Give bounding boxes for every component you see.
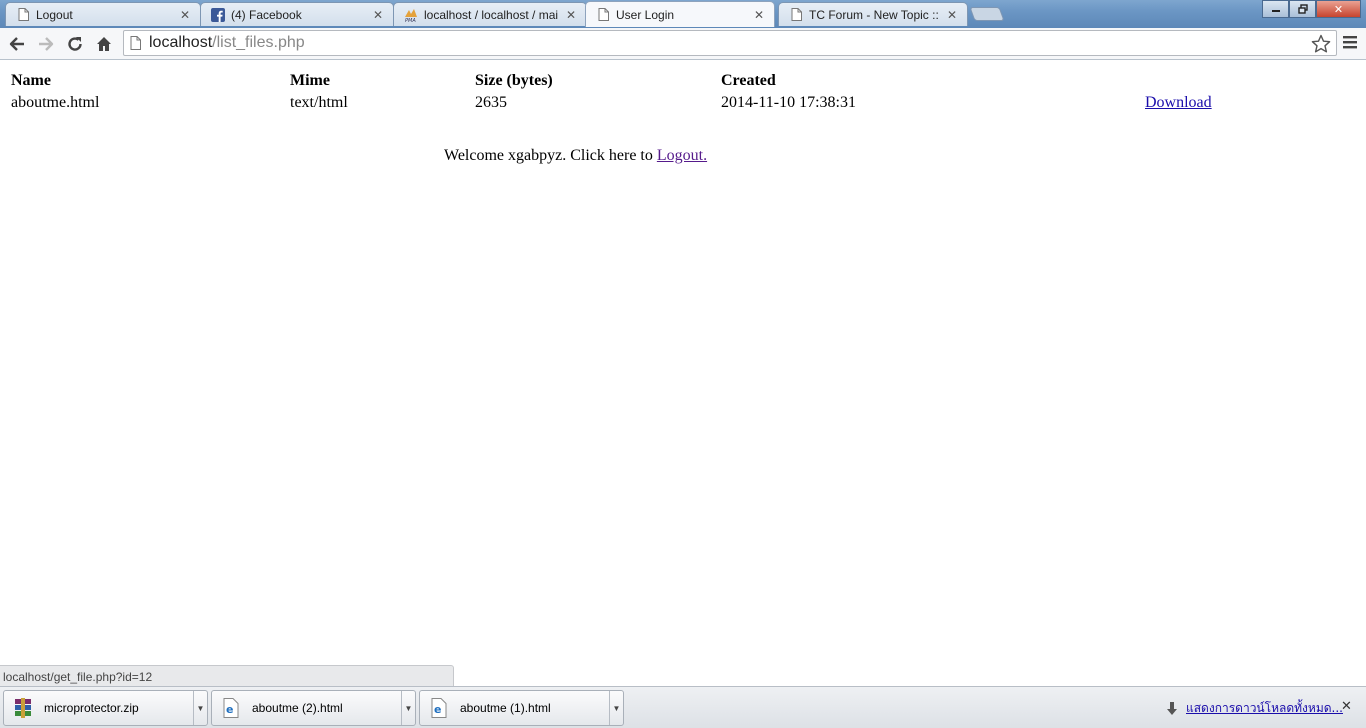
tab-user-login[interactable]: User Login ✕ (585, 1, 775, 27)
download-name: aboutme (2).html (252, 701, 343, 715)
tab-label: localhost / localhost / mai (424, 7, 559, 22)
chevron-down-icon[interactable]: ▼ (193, 691, 207, 725)
close-tab-icon[interactable]: ✕ (945, 8, 959, 22)
svg-text:e: e (434, 703, 441, 716)
back-icon[interactable] (5, 32, 29, 56)
show-all-downloads-link[interactable]: แสดงการดาวน์โหลดทั้งหมด... (1166, 699, 1343, 718)
close-tab-icon[interactable]: ✕ (178, 8, 192, 22)
download-item[interactable]: e aboutme (1).html ▼ (419, 690, 624, 726)
winrar-archive-icon (12, 697, 34, 719)
url-path: /list_files.php (212, 34, 305, 51)
title-bar: Logout ✕ (4) Facebook ✕ PMA localhost / … (0, 0, 1366, 28)
tab-facebook[interactable]: (4) Facebook ✕ (200, 2, 394, 26)
close-tab-icon[interactable]: ✕ (371, 8, 385, 22)
page-icon (596, 8, 610, 22)
url-host: localhost (149, 34, 213, 51)
page-content: Name Mime Size (bytes) Created aboutme.h… (0, 61, 1366, 686)
tab-tc-forum[interactable]: TC Forum - New Topic :: ✕ (778, 2, 968, 26)
download-arrow-icon (1166, 701, 1178, 716)
close-tab-icon[interactable]: ✕ (564, 8, 578, 22)
tab-label: User Login (616, 7, 675, 22)
window-controls: ✕ (1262, 0, 1361, 18)
phpmyadmin-icon: PMA (404, 8, 418, 22)
tab-logout[interactable]: Logout ✕ (5, 2, 201, 26)
welcome-message: Welcome xgabpyz. Click here to Logout. (444, 147, 707, 165)
cell-created: 2014-11-10 17:38:31 (721, 94, 856, 111)
home-icon[interactable] (92, 32, 116, 56)
tab-label: Logout (36, 7, 73, 22)
header-mime: Mime (290, 72, 330, 89)
reload-icon[interactable] (63, 32, 87, 56)
chevron-down-icon[interactable]: ▼ (609, 691, 623, 725)
download-name: microprotector.zip (44, 701, 139, 715)
menu-icon[interactable] (1341, 33, 1359, 55)
cell-mime: text/html (290, 94, 348, 111)
svg-text:e: e (226, 703, 233, 716)
chevron-down-icon[interactable]: ▼ (401, 691, 415, 725)
header-created: Created (721, 72, 776, 89)
download-shelf: microprotector.zip ▼ e aboutme (2).html … (0, 686, 1366, 728)
download-name: aboutme (1).html (460, 701, 551, 715)
close-tab-icon[interactable]: ✕ (752, 8, 766, 22)
show-all-label: แสดงการดาวน์โหลดทั้งหมด... (1186, 701, 1343, 715)
close-window-icon[interactable]: ✕ (1316, 0, 1361, 18)
svg-text:PMA: PMA (405, 18, 416, 22)
minimize-icon[interactable] (1262, 0, 1289, 18)
logout-link[interactable]: Logout. (657, 147, 707, 164)
header-size: Size (bytes) (475, 72, 553, 89)
close-icon[interactable]: ✕ (1341, 699, 1352, 714)
restore-icon[interactable] (1289, 0, 1316, 18)
tab-label: (4) Facebook (231, 7, 302, 22)
address-bar[interactable]: localhost/list_files.php (123, 30, 1337, 56)
download-link[interactable]: Download (1145, 94, 1212, 112)
page-icon (130, 36, 141, 50)
html-file-icon: e (428, 697, 450, 719)
browser-toolbar: localhost/list_files.php (0, 28, 1366, 60)
tab-phpmyadmin[interactable]: PMA localhost / localhost / mai ✕ (393, 2, 587, 26)
page-icon (789, 8, 803, 22)
cell-size: 2635 (475, 94, 507, 111)
download-item[interactable]: microprotector.zip ▼ (3, 690, 208, 726)
html-file-icon: e (220, 697, 242, 719)
welcome-text: Welcome xgabpyz. Click here to (444, 147, 657, 164)
bookmark-star-icon[interactable] (1311, 34, 1331, 59)
header-name: Name (11, 72, 51, 89)
forward-icon[interactable] (34, 32, 58, 56)
facebook-icon (211, 7, 225, 22)
cell-name: aboutme.html (11, 94, 100, 111)
tab-label: TC Forum - New Topic :: (809, 7, 939, 22)
new-tab-button[interactable] (969, 7, 1005, 21)
status-bubble: localhost/get_file.php?id=12 (0, 665, 454, 687)
page-icon (16, 8, 30, 22)
download-item[interactable]: e aboutme (2).html ▼ (211, 690, 416, 726)
